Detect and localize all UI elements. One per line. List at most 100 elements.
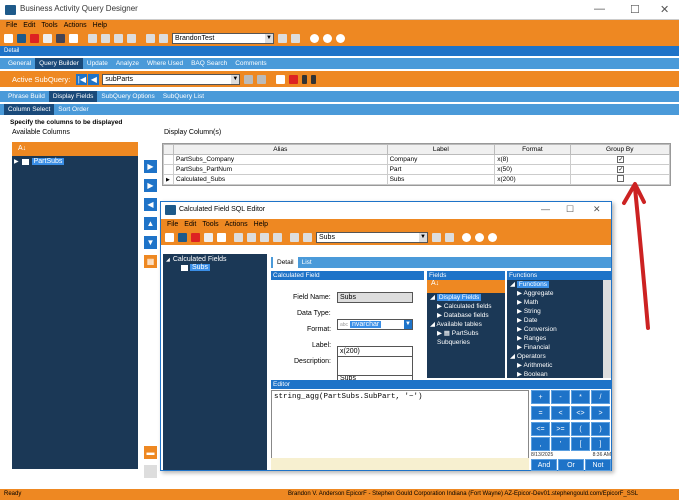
table-row[interactable]: PartSubs_Company Company x(8) ✓ bbox=[163, 154, 671, 165]
function-item[interactable]: ▶ Arithmetic bbox=[507, 361, 611, 370]
key-quote[interactable]: ' bbox=[551, 437, 570, 452]
key-not[interactable]: Not bbox=[585, 458, 611, 471]
move-down-icon[interactable]: ▼ bbox=[144, 236, 157, 249]
key-less-equal[interactable]: <= bbox=[531, 421, 550, 436]
function-item[interactable]: ◢ Operators bbox=[507, 352, 611, 361]
function-item[interactable]: ▶ Financial bbox=[507, 343, 611, 352]
paste-icon[interactable] bbox=[260, 233, 269, 242]
table-row[interactable]: ▶ Calculated_Subs Subs x(200) bbox=[163, 174, 671, 185]
prev-record-icon[interactable] bbox=[159, 34, 168, 43]
fields-sort-icon[interactable]: A↓ bbox=[427, 280, 505, 293]
next-record-icon[interactable] bbox=[278, 34, 287, 43]
cell-alias[interactable]: Calculated_Subs bbox=[173, 174, 388, 185]
calc-field-combo[interactable]: Subs ▼ bbox=[316, 232, 428, 243]
tree-root[interactable]: ◢ Calculated Fields bbox=[166, 256, 267, 263]
function-item[interactable]: ▶ Date bbox=[507, 316, 611, 325]
dialog-menu-file[interactable]: File bbox=[167, 221, 178, 228]
table-row[interactable]: PartSubs_PartNum Part x(50) ✓ bbox=[163, 164, 671, 175]
cell-label[interactable]: Subs bbox=[386, 174, 496, 185]
tag-icon[interactable]: ▬ bbox=[144, 446, 157, 459]
save-icon[interactable] bbox=[178, 233, 187, 242]
delete-subquery-icon[interactable] bbox=[289, 74, 299, 84]
first-subquery-icon[interactable]: |◀ bbox=[76, 73, 88, 85]
copy-icon[interactable] bbox=[247, 233, 256, 242]
first-record-icon[interactable] bbox=[146, 34, 155, 43]
col-alias[interactable]: Alias bbox=[173, 144, 388, 155]
key-or[interactable]: Or bbox=[558, 458, 584, 471]
chevron-down-icon[interactable]: ▼ bbox=[419, 233, 427, 242]
fields-item[interactable]: ▶ Calculated fields bbox=[427, 302, 505, 311]
save-icon[interactable] bbox=[17, 34, 26, 43]
move-right-icon[interactable]: ▶ bbox=[144, 160, 157, 173]
dialog-menu-actions[interactable]: Actions bbox=[225, 221, 248, 228]
key-open-bracket[interactable]: [ bbox=[571, 437, 590, 452]
undo-icon[interactable] bbox=[127, 34, 136, 43]
tab-subquery-list[interactable]: SubQuery List bbox=[159, 91, 208, 102]
tab-comments[interactable]: Comments bbox=[231, 58, 270, 69]
tab-analyze[interactable]: Analyze bbox=[112, 58, 143, 69]
close-icon[interactable]: ✕ bbox=[660, 3, 669, 16]
col-group-by[interactable]: Group By bbox=[569, 144, 671, 155]
cut-icon[interactable] bbox=[234, 233, 243, 242]
undo-icon[interactable] bbox=[273, 233, 282, 242]
function-item[interactable]: ▶ Aggregate bbox=[507, 289, 611, 298]
move-down-icon[interactable] bbox=[311, 74, 317, 84]
key-multiply[interactable]: * bbox=[571, 390, 590, 404]
key-not-equal[interactable]: <> bbox=[571, 405, 590, 420]
field-name-input[interactable]: Subs bbox=[337, 292, 413, 303]
move-all-right-icon[interactable]: ▶ bbox=[144, 179, 157, 192]
new-icon[interactable] bbox=[165, 233, 174, 242]
menu-file[interactable]: File bbox=[6, 22, 17, 29]
key-open-paren[interactable]: ( bbox=[571, 421, 590, 436]
key-less[interactable]: < bbox=[551, 405, 570, 420]
menu-tools[interactable]: Tools bbox=[41, 22, 57, 29]
tree-item-subs[interactable]: Subs bbox=[181, 264, 267, 271]
delete-icon[interactable] bbox=[30, 34, 39, 43]
move-up-icon[interactable] bbox=[302, 74, 308, 84]
cut-icon[interactable] bbox=[88, 34, 97, 43]
chevron-down-icon[interactable]: ▼ bbox=[404, 320, 412, 329]
next-subquery-icon[interactable] bbox=[244, 74, 254, 84]
back-icon[interactable] bbox=[310, 34, 319, 43]
cell-format[interactable]: x(50) bbox=[494, 164, 571, 175]
fields-item[interactable]: ▶ ▦ PartSubs bbox=[427, 329, 505, 338]
refresh-icon[interactable] bbox=[43, 34, 52, 43]
back-icon[interactable] bbox=[462, 233, 471, 242]
move-left-icon[interactable]: ◀ bbox=[144, 198, 157, 211]
key-close-bracket[interactable]: ] bbox=[591, 437, 610, 452]
tab-list[interactable]: List bbox=[298, 257, 316, 268]
dialog-menu-edit[interactable]: Edit bbox=[184, 221, 196, 228]
paste-icon[interactable] bbox=[114, 34, 123, 43]
next-record-icon[interactable] bbox=[432, 233, 441, 242]
tab-phrase-build[interactable]: Phrase Build bbox=[4, 91, 49, 102]
fields-item[interactable]: Subqueries bbox=[427, 338, 505, 347]
menu-help[interactable]: Help bbox=[93, 22, 107, 29]
key-comma[interactable]: , bbox=[531, 437, 550, 452]
key-greater-equal[interactable]: >= bbox=[551, 421, 570, 436]
menu-edit[interactable]: Edit bbox=[23, 22, 35, 29]
last-record-icon[interactable] bbox=[445, 233, 454, 242]
functions-scrollbar[interactable] bbox=[603, 280, 611, 378]
window-icon[interactable] bbox=[144, 465, 157, 478]
cell-label[interactable]: Part bbox=[386, 164, 496, 175]
expand-icon[interactable]: ▶ bbox=[14, 158, 19, 165]
help-icon[interactable] bbox=[336, 34, 345, 43]
copy-icon[interactable] bbox=[101, 34, 110, 43]
fields-item[interactable]: ▶ Database fields bbox=[427, 311, 505, 320]
key-divide[interactable]: / bbox=[591, 390, 610, 404]
cell-label[interactable]: Company bbox=[386, 154, 496, 165]
fields-item[interactable]: ◢ Display Fields bbox=[427, 293, 505, 302]
tab-display-fields[interactable]: Display Fields bbox=[48, 91, 98, 102]
sort-icon[interactable]: A↓ bbox=[18, 145, 26, 152]
function-item[interactable]: ▶ String bbox=[507, 307, 611, 316]
dialog-minimize-icon[interactable]: — bbox=[541, 204, 550, 214]
minimize-icon[interactable]: — bbox=[594, 3, 605, 15]
fields-item[interactable]: ◢ Available tables bbox=[427, 320, 505, 329]
help-icon[interactable] bbox=[488, 233, 497, 242]
cell-alias[interactable]: PartSubs_Company bbox=[173, 154, 388, 165]
group-by-checkbox[interactable]: ✓ bbox=[617, 156, 625, 163]
forward-icon[interactable] bbox=[323, 34, 332, 43]
eraser-icon[interactable] bbox=[69, 34, 78, 43]
tab-subquery-options[interactable]: SubQuery Options bbox=[97, 91, 158, 102]
dialog-close-icon[interactable]: ✕ bbox=[593, 204, 601, 215]
